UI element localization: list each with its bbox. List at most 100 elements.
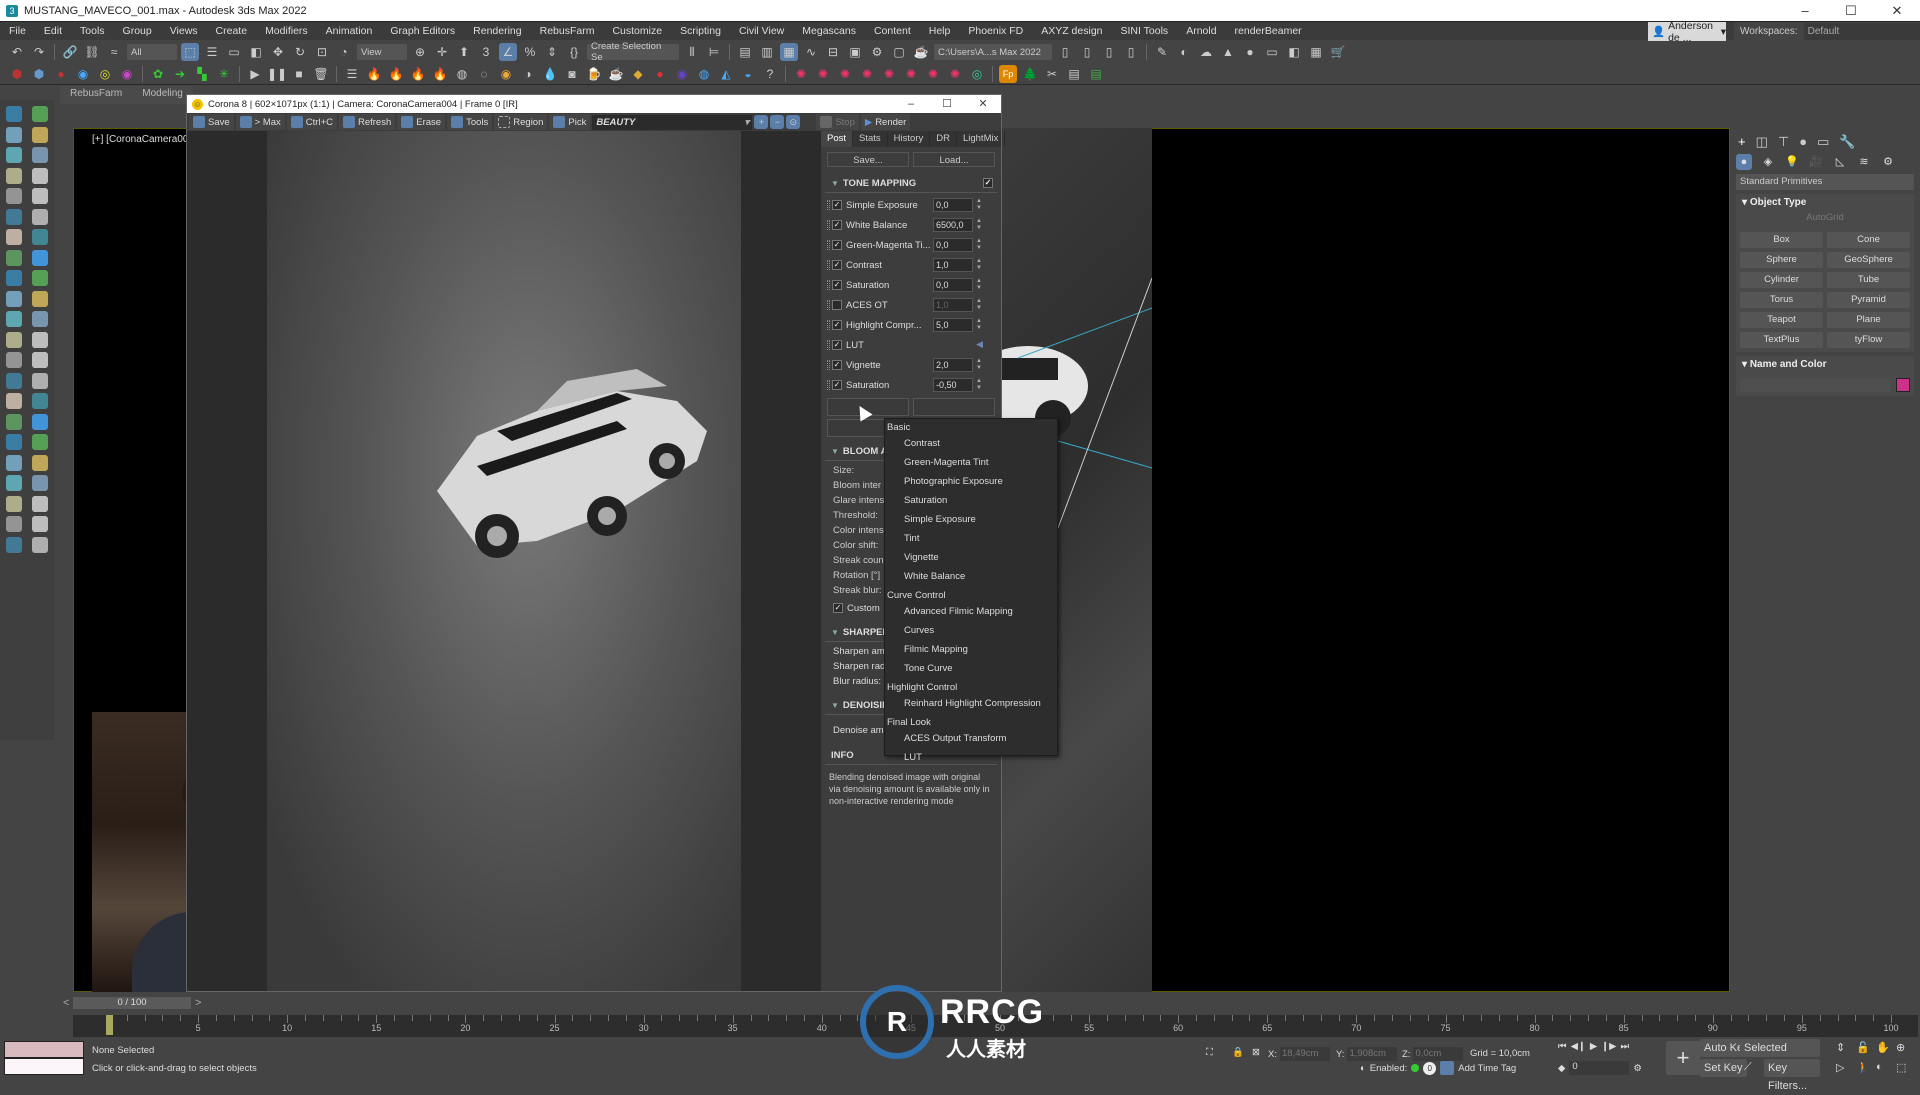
left-tool-icon[interactable] [32,270,48,286]
rendered-frame-icon[interactable]: ▢ [890,43,908,61]
phoenix-tool-icon-3[interactable]: ◑ [519,65,537,83]
render-channel-dropdown[interactable]: BEAUTY [592,114,753,130]
lut-expand-icon[interactable]: ◀ [976,339,983,350]
trash-icon[interactable]: 🗑 [312,65,330,83]
phoenix-blue-icon-2[interactable]: ◭ [717,65,735,83]
menu-create[interactable]: Create [207,25,257,37]
create-tab-icon[interactable]: + [1738,134,1746,149]
list-icon[interactable]: ☰ [343,65,361,83]
green-arrow-icon[interactable]: ➔ [171,65,189,83]
menu-item-simple-exposure[interactable]: Simple Exposure [885,511,1057,530]
current-frame-marker[interactable] [106,1015,113,1035]
tools-icon[interactable]: ✂ [1043,65,1061,83]
drag-handle[interactable] [827,320,830,330]
z-coord-input[interactable]: 0,0cm [1413,1047,1464,1061]
operator-checkbox[interactable]: ✓ [832,380,842,390]
menu-tools[interactable]: Tools [71,25,114,37]
pink-tool-icon-8[interactable]: ✺ [946,65,964,83]
operator-checkbox[interactable]: ✓ [832,260,842,270]
operator-value-input[interactable]: 0,0 [933,278,973,292]
unlink-icon[interactable]: ⛓ [83,43,101,61]
menu-item-saturation[interactable]: Saturation [885,492,1057,511]
tree-icon[interactable]: 🌲 [1021,65,1039,83]
left-tool-icon[interactable] [32,434,48,450]
angle-snap-icon[interactable]: ∠ [499,43,517,61]
mirror-icon[interactable]: ⫴ [683,43,701,61]
operator-spinner[interactable]: ▲ ▼ [975,358,983,372]
align-icon[interactable]: ⊨ [705,43,723,61]
drag-handle[interactable] [827,300,830,310]
left-tool-icon[interactable] [32,188,48,204]
drag-handle[interactable] [827,340,830,350]
scale-icon[interactable]: ⊡ [313,43,331,61]
tone-mapping-enable-checkbox[interactable]: ✓ [983,178,993,188]
project-path-dropdown[interactable]: C:\Users\A...s Max 2022 [934,44,1052,60]
stop-icon[interactable]: ■ [290,65,308,83]
shapes-icon[interactable]: ◈ [1760,154,1776,170]
vfb-tools-button[interactable]: Tools [447,114,493,130]
drag-handle[interactable] [827,220,830,230]
zoom-in-icon[interactable]: + [754,115,769,129]
vfb-to-max-button[interactable]: > Max [235,114,285,130]
left-tool-icon[interactable] [6,167,22,184]
ribbon-tab-modeling[interactable]: Modeling [132,86,193,104]
menu-graph-editors[interactable]: Graph Editors [381,25,464,37]
menu-megascans[interactable]: Megascans [793,25,865,37]
left-tool-icon[interactable] [32,372,48,389]
field-of-view-icon[interactable]: ▷ [1836,1061,1844,1074]
pink-tool-icon-6[interactable]: ✺ [902,65,920,83]
menu-item-curves[interactable]: Curves [885,622,1057,641]
manipulate-icon[interactable]: ✛ [433,43,451,61]
menu-views[interactable]: Views [161,25,207,37]
left-tool-icon[interactable] [32,147,48,163]
left-tool-icon[interactable] [32,495,48,512]
phoenix-coffee-icon[interactable]: ☕ [607,65,625,83]
render-setup-icon[interactable]: ⚙ [868,43,886,61]
utilities-tab-icon[interactable]: 🔧 [1839,134,1855,149]
pink-tool-icon-4[interactable]: ✺ [858,65,876,83]
maximize-viewport-icon[interactable]: ⬚ [1896,1061,1906,1074]
primitive-button-teapot[interactable]: Teapot [1740,312,1823,328]
time-slider-thumb[interactable]: 0 / 100 [73,997,191,1009]
ribbon-toggle-icon[interactable]: ▦ [780,43,798,61]
forest-pack-icon[interactable]: Fp [999,64,1017,83]
menu-sini-tools[interactable]: SINI Tools [1112,25,1178,37]
green-grid-icon[interactable]: ▚ [193,65,211,83]
operator-value-input[interactable]: -0,50 [933,378,973,392]
operator-checkbox[interactable]: ✓ [832,200,842,210]
left-tool-icon[interactable] [32,208,48,225]
name-color-header[interactable]: ▾ Name and Color [1736,356,1914,374]
snap-3d-icon[interactable]: 3 [477,43,495,61]
vfb-save-button[interactable]: Save [189,114,234,130]
left-tool-icon[interactable] [32,536,48,553]
sheet-icon-2[interactable]: ▤ [1087,65,1105,83]
plugin-icon-4[interactable]: ◧ [1285,43,1303,61]
primitive-button-sphere[interactable]: Sphere [1740,252,1823,268]
vfb-tab-stats[interactable]: Stats [853,131,888,147]
menu-item-advanced-filmic-mapping[interactable]: Advanced Filmic Mapping [885,603,1057,622]
goto-end-icon[interactable]: ⏭ [1620,1041,1629,1052]
calculator-icon[interactable]: ▦ [1307,43,1325,61]
next-frame-button[interactable]: > [195,997,201,1009]
left-tool-icon[interactable] [32,516,48,532]
viewport-nav-icon-4[interactable]: ⊕ [1896,1041,1905,1054]
vfb-tab-lightmix[interactable]: LightMix [957,131,1006,147]
rendered-image-area[interactable] [187,131,821,991]
edit-named-sel-icon[interactable]: {} [565,43,583,61]
geometry-category-dropdown[interactable]: Standard Primitives [1736,174,1914,190]
primitive-button-torus[interactable]: Torus [1740,292,1823,308]
primitive-button-textplus[interactable]: TextPlus [1740,332,1823,348]
isolate-icon[interactable]: ⛶ [1206,1047,1213,1058]
left-tool-icon[interactable] [6,495,22,512]
left-tool-icon[interactable] [6,229,22,245]
menu-group[interactable]: Group [114,25,161,37]
object-name-input[interactable] [1740,378,1890,392]
bloom-custom-checkbox[interactable]: ✓ [833,603,843,613]
material-editor-icon[interactable]: ▣ [846,43,864,61]
phoenix-blue-icon-3[interactable]: ◒ [739,65,757,83]
vfb-region-button[interactable]: Region [494,114,548,130]
vfb-close-button[interactable]: ✕ [965,95,1001,113]
cloud-icon[interactable]: ☁ [1197,43,1215,61]
operator-spinner[interactable]: ▲ ▼ [975,298,983,312]
phoenix-water-icon-1[interactable]: 💧 [541,65,559,83]
